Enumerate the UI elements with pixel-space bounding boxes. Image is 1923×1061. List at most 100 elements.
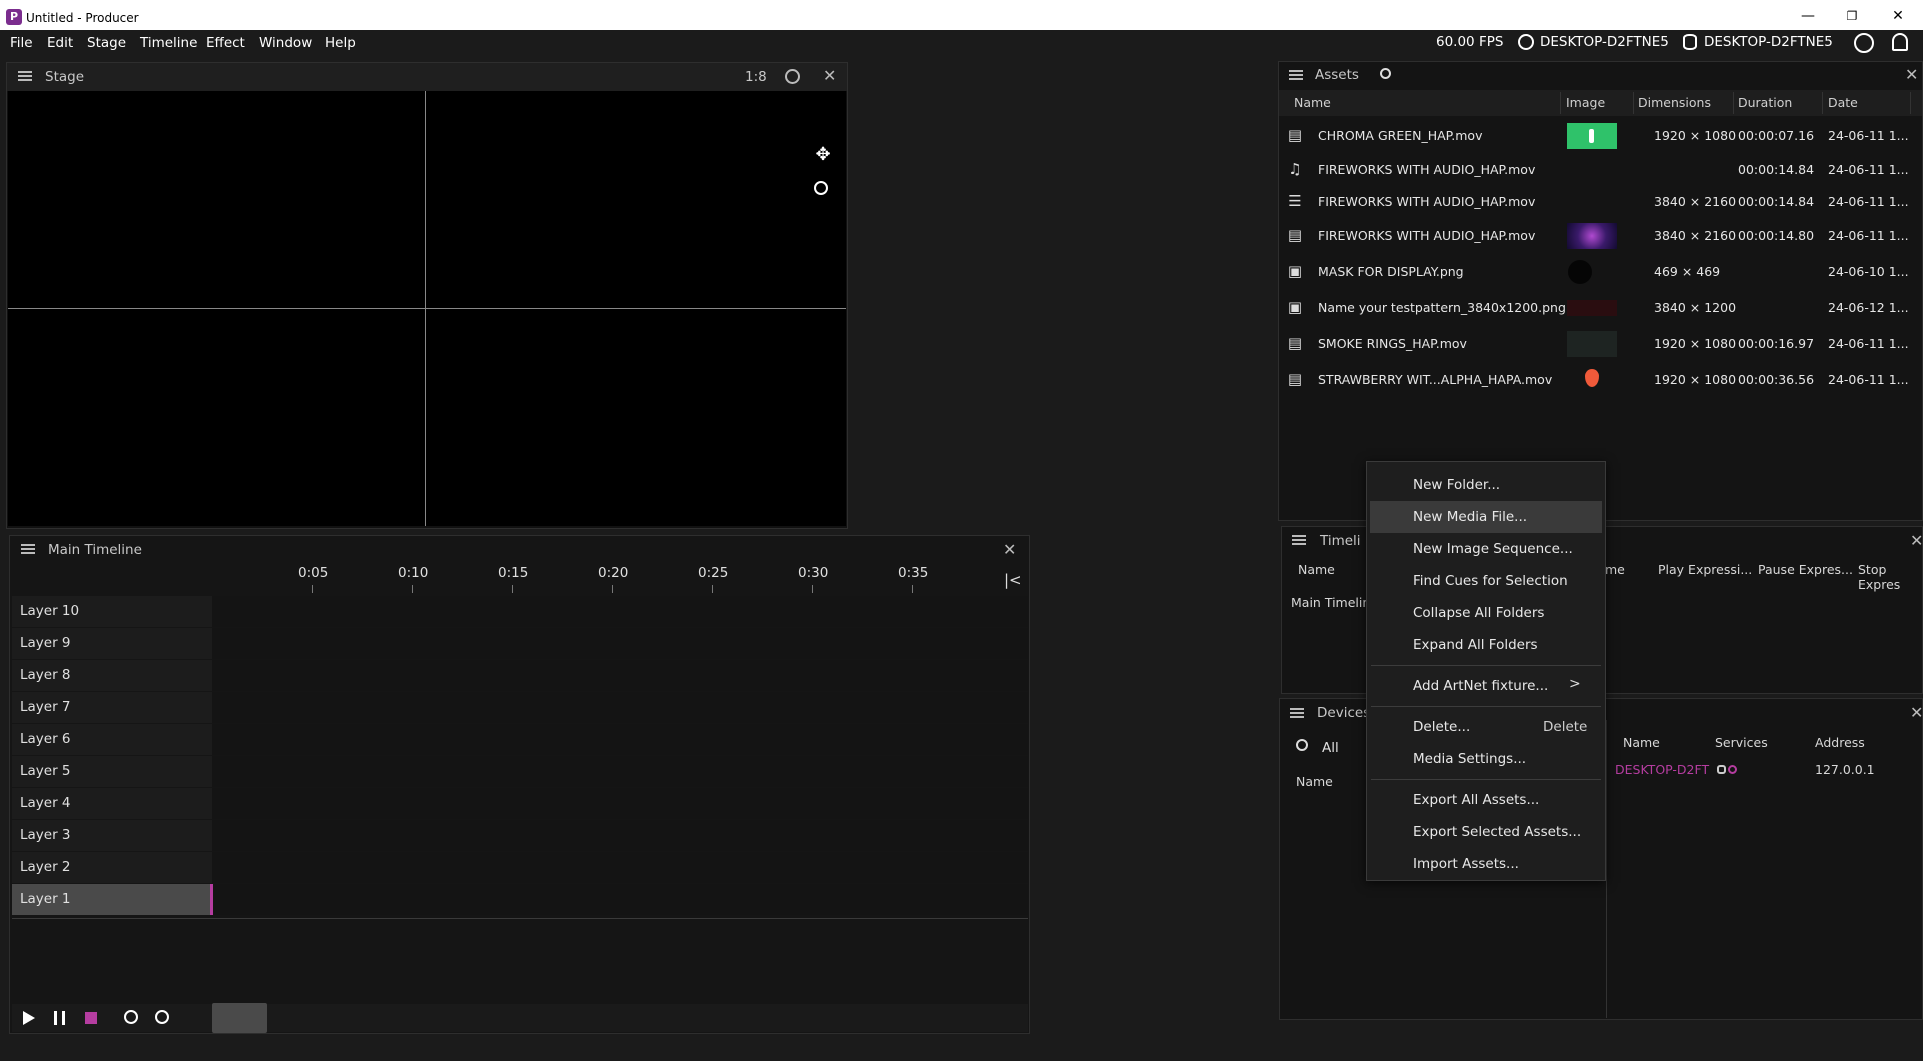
menu-find-cues[interactable]: Find Cues for Selection	[1367, 565, 1605, 597]
asset-row[interactable]: ▤ SMOKE RINGS_HAP.mov 1920 × 1080 00:00:…	[1282, 326, 1923, 360]
col-dimensions[interactable]: Dimensions	[1638, 95, 1711, 110]
asset-row[interactable]: ☰ FIREWORKS WITH AUDIO_HAP.mov 3840 × 21…	[1282, 184, 1923, 218]
layer-row[interactable]: Layer 7	[12, 692, 1028, 723]
layer-track[interactable]	[212, 756, 1028, 787]
col-image[interactable]: Image	[1566, 95, 1605, 110]
menu-new-media-file[interactable]: New Media File...	[1370, 501, 1602, 533]
layer-label[interactable]: Layer 1	[12, 884, 212, 915]
stage-zoom-label[interactable]: 1:8	[745, 69, 767, 85]
col-duration[interactable]: Duration	[1738, 95, 1792, 110]
zoom-icon[interactable]	[814, 181, 828, 195]
timelines-col-pause[interactable]: Pause Expres...	[1758, 562, 1853, 577]
move-icon[interactable]: ✥	[813, 145, 833, 165]
menu-collapse-folders[interactable]: Collapse All Folders	[1367, 597, 1605, 629]
layer-row[interactable]: Layer 10	[12, 596, 1028, 627]
menu-media-settings[interactable]: Media Settings...	[1367, 743, 1605, 775]
layer-label[interactable]: Layer 2	[12, 852, 212, 883]
menu-file[interactable]: File	[10, 35, 33, 51]
layer-row[interactable]: Layer 6	[12, 724, 1028, 755]
device-name[interactable]: DESKTOP-D2FT	[1615, 762, 1709, 777]
assets-close-icon[interactable]: ✕	[1905, 65, 1918, 84]
search-icon[interactable]	[1296, 739, 1308, 751]
timelines-col-play[interactable]: Play Expressi...	[1658, 562, 1752, 577]
layer-track[interactable]	[212, 628, 1028, 659]
layer-label[interactable]: Layer 5	[12, 756, 212, 787]
search-icon[interactable]	[1380, 68, 1391, 79]
bell-icon[interactable]	[1892, 33, 1908, 51]
menu-edit[interactable]: Edit	[47, 35, 73, 51]
devices-filter[interactable]: All	[1322, 740, 1339, 756]
zoom-out-icon[interactable]	[124, 1010, 138, 1024]
menu-export-all[interactable]: Export All Assets...	[1367, 784, 1605, 816]
timeline-menu-icon[interactable]	[21, 544, 35, 554]
devices-left-col-name[interactable]: Name	[1296, 774, 1333, 789]
timelines-col-name[interactable]: Name	[1298, 562, 1335, 577]
layer-row[interactable]: Layer 2	[12, 852, 1028, 883]
menu-expand-folders[interactable]: Expand All Folders	[1367, 629, 1605, 661]
timelines-row-name[interactable]: Main Timelin	[1291, 595, 1370, 610]
stage-canvas[interactable]: ✥	[8, 91, 846, 526]
layer-label[interactable]: Layer 8	[12, 660, 212, 691]
timeline-scroll-thumb[interactable]	[212, 1003, 267, 1033]
minimize-button[interactable]: —	[1788, 6, 1828, 26]
zoom-in-icon[interactable]	[155, 1010, 169, 1024]
layer-track[interactable]	[212, 852, 1028, 883]
asset-row[interactable]: ▣ Name your testpattern_3840x1200.png 38…	[1282, 290, 1923, 324]
assets-menu-icon[interactable]	[1289, 70, 1303, 80]
layer-track[interactable]	[212, 596, 1028, 627]
stage-close-icon[interactable]: ✕	[823, 66, 836, 85]
asset-row[interactable]: ▤ CHROMA GREEN_HAP.mov 1920 × 1080 00:00…	[1282, 118, 1923, 152]
layer-label[interactable]: Layer 6	[12, 724, 212, 755]
close-button[interactable]: ✕	[1878, 6, 1918, 26]
layer-track[interactable]	[212, 692, 1028, 723]
timelines-col-time[interactable]: me	[1605, 562, 1625, 577]
network-host[interactable]: DESKTOP-D2FTNE5	[1540, 34, 1669, 50]
layer-track[interactable]	[212, 820, 1028, 851]
devices-col-services[interactable]: Services	[1715, 735, 1768, 750]
layer-track[interactable]	[212, 884, 1028, 915]
layer-row[interactable]: Layer 8	[12, 660, 1028, 691]
layer-track[interactable]	[212, 724, 1028, 755]
menu-help[interactable]: Help	[325, 35, 356, 51]
layer-label[interactable]: Layer 4	[12, 788, 212, 819]
layer-label[interactable]: Layer 10	[12, 596, 212, 627]
layer-label[interactable]: Layer 3	[12, 820, 212, 851]
playhead[interactable]	[210, 884, 213, 915]
layer-label[interactable]: Layer 9	[12, 628, 212, 659]
go-to-start-icon[interactable]: |<	[1004, 571, 1022, 589]
timelines-menu-icon[interactable]	[1292, 535, 1306, 545]
menu-window[interactable]: Window	[259, 35, 312, 51]
stage-menu-icon[interactable]	[18, 71, 32, 81]
layer-row[interactable]: Layer 4	[12, 788, 1028, 819]
pause-icon[interactable]	[54, 1011, 65, 1025]
devices-menu-icon[interactable]	[1290, 708, 1304, 718]
layer-label[interactable]: Layer 7	[12, 692, 212, 723]
timelines-close-icon[interactable]: ✕	[1910, 531, 1923, 550]
asset-row[interactable]: ▤ FIREWORKS WITH AUDIO_HAP.mov 3840 × 21…	[1282, 218, 1923, 252]
menu-new-image-sequence[interactable]: New Image Sequence...	[1367, 533, 1605, 565]
layer-track[interactable]	[212, 788, 1028, 819]
menu-effect[interactable]: Effect	[206, 35, 245, 51]
asset-row[interactable]: ▤ STRAWBERRY WIT...ALPHA_HAPA.mov 1920 ×…	[1282, 362, 1923, 396]
timelines-col-stop[interactable]: Stop Expres	[1858, 562, 1923, 592]
devices-close-icon[interactable]: ✕	[1910, 703, 1923, 722]
layer-track[interactable]	[212, 660, 1028, 691]
col-name[interactable]: Name	[1294, 95, 1331, 110]
asset-row[interactable]: ♫ FIREWORKS WITH AUDIO_HAP.mov 00:00:14.…	[1282, 152, 1923, 186]
layer-row[interactable]: Layer 5	[12, 756, 1028, 787]
storage-host[interactable]: DESKTOP-D2FTNE5	[1704, 34, 1833, 50]
clock-icon[interactable]	[785, 69, 800, 84]
menu-stage[interactable]: Stage	[87, 35, 126, 51]
layer-row[interactable]: Layer 3	[12, 820, 1028, 851]
play-icon[interactable]	[23, 1011, 35, 1025]
history-icon[interactable]	[1854, 33, 1874, 53]
maximize-button[interactable]: ❐	[1832, 6, 1872, 26]
devices-col-name[interactable]: Name	[1623, 735, 1660, 750]
menu-timeline[interactable]: Timeline	[140, 35, 197, 51]
layer-row-selected[interactable]: Layer 1	[12, 884, 1028, 915]
layer-row[interactable]: Layer 9	[12, 628, 1028, 659]
col-date[interactable]: Date	[1828, 95, 1858, 110]
devices-col-address[interactable]: Address	[1815, 735, 1865, 750]
menu-export-selected[interactable]: Export Selected Assets...	[1367, 816, 1605, 848]
menu-import-assets[interactable]: Import Assets...	[1367, 848, 1605, 880]
